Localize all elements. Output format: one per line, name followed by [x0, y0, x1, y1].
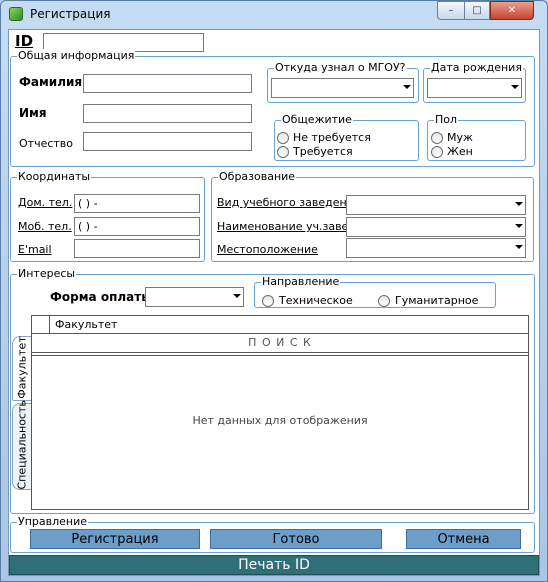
- faculty-grid: Факультет П О И С К Нет данных для отобр…: [31, 315, 529, 510]
- grid-search-row[interactable]: П О И С К: [32, 336, 528, 350]
- surname-input[interactable]: [83, 74, 252, 93]
- chevron-down-icon: [515, 245, 523, 249]
- direction-technical-label: Техническое: [279, 294, 353, 307]
- direction-humanities-label: Гуманитарное: [395, 294, 479, 307]
- institution-name-select[interactable]: [346, 217, 526, 237]
- dormitory-not-required-label: Не требуется: [293, 131, 371, 144]
- cancel-button[interactable]: Отмена: [406, 529, 521, 549]
- done-button[interactable]: Готово: [210, 529, 382, 549]
- grid-empty-text: Нет данных для отображения: [192, 414, 368, 427]
- dormitory-not-required-radio[interactable]: [277, 132, 289, 144]
- email-input[interactable]: [74, 239, 200, 258]
- surname-label: Фамилия: [19, 75, 83, 89]
- grid-filter-divider: [32, 352, 528, 356]
- location-select[interactable]: [346, 238, 526, 258]
- email-label: E'mail: [18, 243, 52, 256]
- payment-select[interactable]: [145, 287, 244, 307]
- gender-title: Пол: [434, 113, 459, 126]
- chevron-down-icon: [515, 224, 523, 228]
- contacts-title: Координаты: [17, 170, 92, 183]
- grid-header-row: Факультет: [32, 316, 528, 334]
- institution-type-label: Вид учебного заведения: [217, 196, 361, 209]
- name-label: Имя: [19, 106, 47, 120]
- birthdate-picker[interactable]: [427, 78, 522, 98]
- window-title: Регистрация: [30, 7, 111, 21]
- gender-male-label: Муж: [447, 131, 473, 144]
- maximize-button[interactable]: □: [464, 1, 490, 20]
- direction-humanities-radio[interactable]: [378, 295, 390, 307]
- patronymic-label: Отчество: [19, 137, 74, 150]
- chevron-down-icon: [403, 85, 411, 89]
- title-bar[interactable]: Регистрация – □ ✕: [0, 0, 546, 28]
- institution-type-select[interactable]: [346, 195, 526, 215]
- chevron-down-icon: [233, 294, 241, 298]
- gender-female-label: Жен: [447, 145, 473, 158]
- management-title: Управление: [17, 515, 89, 528]
- register-button[interactable]: Регистрация: [30, 529, 200, 549]
- form-client-area: ID Общая информация Фамилия Имя Отчество…: [8, 29, 540, 576]
- location-label: Местоположение: [217, 243, 318, 256]
- grid-row-selector-header[interactable]: [32, 316, 50, 333]
- name-input[interactable]: [83, 104, 252, 123]
- app-icon: [9, 7, 23, 21]
- institution-name-label: Наименование уч.завед.: [217, 220, 360, 233]
- education-title: Образование: [218, 170, 297, 183]
- interests-title: Интересы: [17, 267, 77, 280]
- birthdate-title: Дата рождения: [430, 61, 523, 74]
- tab-specialty-label: Специальность: [15, 400, 29, 490]
- close-button[interactable]: ✕: [490, 1, 534, 20]
- general-info-title: Общая информация: [17, 49, 136, 62]
- tab-specialty[interactable]: Специальность: [12, 400, 31, 490]
- patronymic-input[interactable]: [83, 132, 252, 151]
- dormitory-required-radio[interactable]: [277, 146, 289, 158]
- source-title: Откуда узнал о МГОУ?: [274, 61, 407, 74]
- mobile-phone-label: Моб. тел.: [18, 220, 72, 233]
- minimize-button[interactable]: –: [437, 1, 464, 20]
- chevron-down-icon: [511, 85, 519, 89]
- gender-female-radio[interactable]: [431, 146, 443, 158]
- home-phone-label: Дом. тел.: [18, 196, 73, 209]
- direction-technical-radio[interactable]: [262, 295, 274, 307]
- gender-male-radio[interactable]: [431, 132, 443, 144]
- tab-faculty-label: Факультет: [15, 336, 29, 399]
- print-id-button[interactable]: Печать ID: [9, 555, 539, 575]
- tab-faculty[interactable]: Факультет: [12, 336, 31, 401]
- grid-column-faculty[interactable]: Факультет: [55, 318, 117, 331]
- home-phone-input[interactable]: ( ) -: [74, 194, 200, 213]
- id-label: ID: [15, 32, 34, 50]
- direction-title: Направление: [261, 275, 341, 288]
- mobile-phone-input[interactable]: ( ) -: [74, 217, 200, 236]
- chevron-down-icon: [515, 202, 523, 206]
- payment-label: Форма оплаты: [50, 290, 153, 304]
- dormitory-title: Общежитие: [281, 113, 353, 126]
- source-select[interactable]: [271, 78, 414, 98]
- dormitory-required-label: Требуется: [293, 145, 353, 158]
